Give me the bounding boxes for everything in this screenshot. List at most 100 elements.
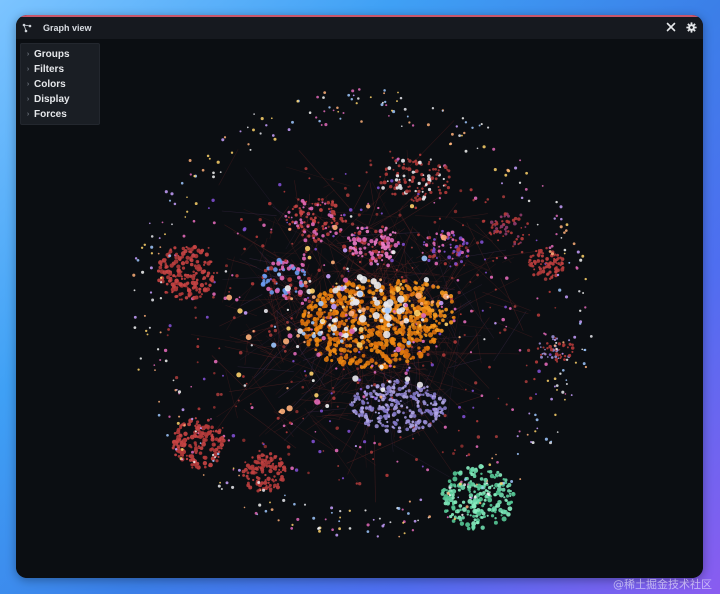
graph-node <box>154 369 156 371</box>
graph-node <box>346 193 350 197</box>
graph-node <box>350 233 354 237</box>
graph-node <box>284 285 291 292</box>
graph-node <box>584 365 588 369</box>
graph-node <box>389 393 393 397</box>
graph-node <box>193 174 196 178</box>
graph-node <box>286 221 289 224</box>
graph-node <box>172 444 176 447</box>
graph-node <box>366 323 370 327</box>
graph-node <box>437 169 440 172</box>
graph-node <box>366 523 370 527</box>
graph-node <box>246 471 250 475</box>
graph-node <box>264 479 267 482</box>
graph-node <box>260 453 265 458</box>
graph-node <box>339 286 345 292</box>
graph-node <box>157 413 161 417</box>
graph-edge <box>264 379 333 435</box>
graph-node <box>395 346 401 353</box>
graph-node <box>195 422 199 426</box>
graph-node <box>457 429 460 432</box>
graph-node <box>363 246 367 250</box>
graph-canvas[interactable] <box>16 39 703 578</box>
graph-node <box>450 310 454 314</box>
graph-node <box>148 222 151 225</box>
graph-node <box>302 256 306 261</box>
graph-edge <box>451 217 494 242</box>
graph-node <box>542 346 545 349</box>
graph-node <box>322 316 326 320</box>
graph-node <box>452 233 456 237</box>
menu-item-groups[interactable]: › Groups <box>21 47 99 62</box>
graph-node <box>543 277 548 281</box>
graph-node <box>360 412 364 417</box>
graph-node <box>246 477 249 480</box>
graph-node <box>293 352 297 356</box>
graph-node <box>462 224 464 227</box>
graph-node <box>273 328 278 333</box>
graph-edge <box>393 444 450 478</box>
graph-node <box>411 175 415 180</box>
graph-node <box>248 485 253 490</box>
graph-node <box>408 178 411 182</box>
graph-node <box>206 154 210 158</box>
graph-node <box>487 126 490 129</box>
graph-node <box>344 219 348 223</box>
gear-icon[interactable] <box>685 21 697 33</box>
graph-node <box>229 286 232 290</box>
graph-node <box>473 490 476 494</box>
graph-node <box>181 246 186 251</box>
graph-node <box>480 472 483 476</box>
graph-node <box>550 356 554 359</box>
graph-node <box>483 219 486 223</box>
menu-item-forces[interactable]: › Forces <box>21 107 99 122</box>
graph-node <box>274 288 280 294</box>
graph-node <box>321 318 325 323</box>
graph-node <box>428 254 432 259</box>
menu-item-label: Colors <box>34 79 66 90</box>
graph-node <box>480 394 484 398</box>
graph-node <box>458 471 463 476</box>
menu-item-colors[interactable]: › Colors <box>21 77 99 92</box>
graph-node <box>256 454 261 459</box>
graph-node <box>406 319 409 322</box>
graph-node <box>264 509 268 513</box>
graph-node <box>384 307 391 314</box>
graph-node <box>546 347 549 350</box>
menu-item-display[interactable]: › Display <box>21 92 99 107</box>
graph-node <box>496 229 500 233</box>
graph-node <box>390 323 393 326</box>
graph-node <box>315 342 320 347</box>
graph-node <box>465 241 469 245</box>
graph-node <box>431 249 436 254</box>
graph-node <box>497 397 500 400</box>
menu-item-filters[interactable]: › Filters <box>21 62 99 77</box>
graph-node <box>421 339 425 344</box>
graph-node <box>465 505 469 509</box>
graph-node <box>487 507 492 512</box>
chevron-right-icon: › <box>26 96 30 103</box>
graph-node <box>481 309 484 312</box>
close-icon[interactable] <box>665 21 677 33</box>
graph-node <box>216 452 220 456</box>
graph-node <box>262 274 268 279</box>
graph-node <box>337 295 342 299</box>
graph-node <box>294 468 299 472</box>
graph-node <box>342 248 348 253</box>
graph-node <box>386 263 390 268</box>
graph-node <box>395 330 400 335</box>
graph-node <box>403 178 407 182</box>
graph-node <box>481 486 484 489</box>
graph-node <box>465 522 471 528</box>
graph-network[interactable] <box>16 39 703 578</box>
graph-node <box>396 308 403 315</box>
graph-node <box>330 260 335 265</box>
graph-node <box>524 188 528 191</box>
graph-node <box>554 306 557 309</box>
graph-node <box>196 264 201 269</box>
graph-node <box>402 163 406 166</box>
graph-node <box>370 255 375 261</box>
graph-node <box>534 430 537 433</box>
graph-node <box>336 106 339 109</box>
graph-node <box>494 224 497 227</box>
graph-node <box>205 315 209 319</box>
